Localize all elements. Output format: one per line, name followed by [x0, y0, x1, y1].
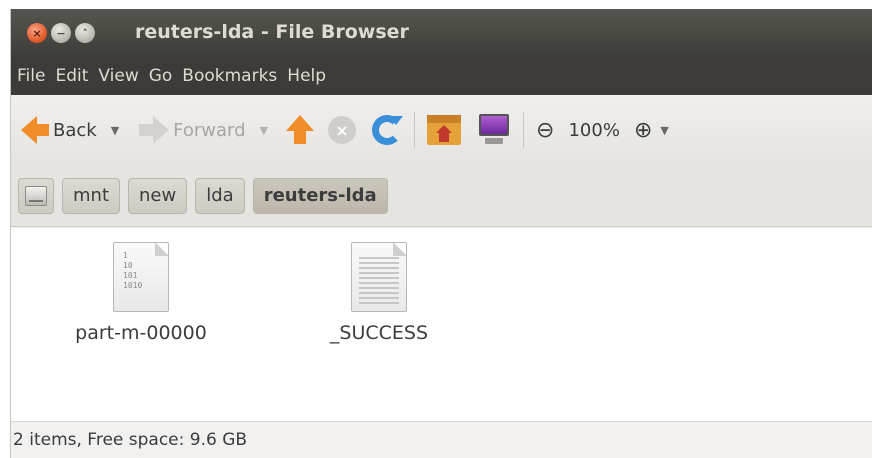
- zoom-out-button[interactable]: ⊖: [536, 118, 554, 143]
- menu-help[interactable]: Help: [287, 66, 326, 86]
- drive-icon: [25, 185, 47, 206]
- text-file-icon: [351, 242, 407, 312]
- window-title: reuters-lda - File Browser: [135, 21, 409, 43]
- crumb-mnt[interactable]: mnt: [62, 177, 120, 214]
- crumb-filesystem-root[interactable]: [18, 177, 54, 214]
- menu-bar: File Edit View Go Bookmarks Help: [11, 57, 872, 95]
- forward-label: Forward: [173, 119, 246, 141]
- toolbar-separator: [523, 112, 525, 148]
- stop-button[interactable]: ×: [328, 116, 357, 144]
- crumb-new[interactable]: new: [128, 177, 188, 214]
- minimize-icon: −: [56, 26, 66, 40]
- up-button[interactable]: [286, 115, 315, 145]
- file-view[interactable]: 1 10 101 1010 part-m-00000 _SUCCESS: [11, 228, 872, 421]
- crumb-lda[interactable]: lda: [195, 177, 245, 214]
- status-text: 2 items, Free space: 9.6 GB: [13, 430, 248, 450]
- menu-bookmarks[interactable]: Bookmarks: [182, 66, 277, 86]
- menu-edit[interactable]: Edit: [55, 66, 88, 86]
- file-item-success[interactable]: _SUCCESS: [304, 242, 454, 344]
- reload-icon: [372, 115, 404, 145]
- home-folder-icon: [427, 115, 462, 145]
- zoom-dropdown[interactable]: ▼: [660, 124, 668, 137]
- close-window-button[interactable]: ×: [27, 23, 47, 43]
- back-button[interactable]: Back: [21, 116, 97, 144]
- menu-view[interactable]: View: [98, 66, 138, 86]
- up-arrow-icon: [286, 115, 315, 145]
- home-button[interactable]: [427, 115, 462, 145]
- file-browser-window: × − ˄ reuters-lda - File Browser File Ed…: [10, 9, 872, 458]
- forward-arrow-icon: [137, 116, 170, 144]
- binary-file-icon: 1 10 101 1010: [113, 242, 169, 312]
- crumb-reuters-lda[interactable]: reuters-lda: [252, 177, 388, 214]
- menu-file[interactable]: File: [17, 66, 45, 86]
- zoom-in-button[interactable]: ⊕: [634, 118, 652, 143]
- zoom-in-icon: ⊕: [633, 117, 653, 143]
- computer-icon: [477, 114, 511, 146]
- zoom-level: 100%: [568, 119, 620, 141]
- status-bar: 2 items, Free space: 9.6 GB: [11, 421, 872, 458]
- file-name: part-m-00000: [75, 322, 207, 344]
- menu-go[interactable]: Go: [149, 66, 173, 86]
- file-item-part-m-00000[interactable]: 1 10 101 1010 part-m-00000: [66, 242, 216, 344]
- back-arrow-icon: [21, 116, 53, 144]
- toolbar: Back ▼ Forward ▼ × ⊖ 100% ⊕ ▼: [11, 95, 872, 165]
- toolbar-separator: [414, 112, 416, 148]
- computer-button[interactable]: [477, 114, 511, 146]
- close-icon: ×: [32, 26, 42, 40]
- maximize-icon: ˄: [82, 26, 88, 40]
- title-bar[interactable]: × − ˄ reuters-lda - File Browser: [11, 9, 872, 57]
- maximize-window-button[interactable]: ˄: [75, 23, 95, 43]
- minimize-window-button[interactable]: −: [51, 23, 71, 43]
- path-bar: mnt new lda reuters-lda: [11, 165, 872, 227]
- back-history-dropdown[interactable]: ▼: [111, 124, 119, 137]
- reload-button[interactable]: [372, 115, 404, 145]
- forward-button[interactable]: Forward: [137, 116, 246, 144]
- stop-icon: ×: [328, 116, 357, 144]
- zoom-out-icon: ⊖: [536, 117, 555, 143]
- file-name: _SUCCESS: [329, 322, 429, 344]
- back-label: Back: [53, 119, 97, 141]
- forward-history-dropdown[interactable]: ▼: [260, 124, 268, 137]
- binary-preview: 1 10 101 1010: [123, 251, 143, 290]
